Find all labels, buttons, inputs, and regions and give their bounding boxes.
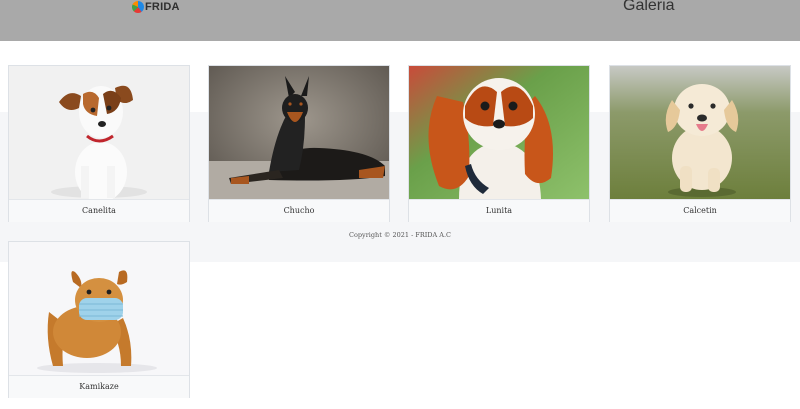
gallery-card-lunita[interactable]: Lunita bbox=[408, 65, 590, 222]
top-navbar: FRIDA Galeria bbox=[0, 0, 800, 41]
brand-logo-text: FRIDA bbox=[145, 1, 180, 13]
card-caption: Lunita bbox=[409, 199, 589, 222]
dog-photo-cavalier[interactable] bbox=[409, 66, 589, 199]
dog-photo-bulldog-mask[interactable] bbox=[9, 242, 189, 375]
gallery-card-canelita[interactable]: Canelita bbox=[8, 65, 190, 222]
gallery-card-chucho[interactable]: Chucho bbox=[208, 65, 390, 222]
gallery-card-calcetin[interactable]: Calcetin bbox=[609, 65, 791, 222]
dog-photo-golden-puppy[interactable] bbox=[610, 66, 790, 199]
dog-photo-jack-russell[interactable] bbox=[9, 66, 189, 199]
card-caption: Canelita bbox=[9, 199, 189, 222]
page-title: Galeria bbox=[623, 0, 675, 14]
brand-logo[interactable]: FRIDA bbox=[132, 0, 180, 14]
card-caption: Calcetin bbox=[610, 199, 790, 222]
frida-logo-icon bbox=[132, 1, 144, 13]
card-caption: Kamikaze bbox=[9, 375, 189, 398]
dog-photo-doberman[interactable] bbox=[209, 66, 389, 199]
card-caption: Chucho bbox=[209, 199, 389, 222]
gallery-card-kamikaze[interactable]: Kamikaze bbox=[8, 241, 190, 398]
footer-copyright: Copyright © 2021 - FRIDA A.C bbox=[348, 231, 452, 239]
